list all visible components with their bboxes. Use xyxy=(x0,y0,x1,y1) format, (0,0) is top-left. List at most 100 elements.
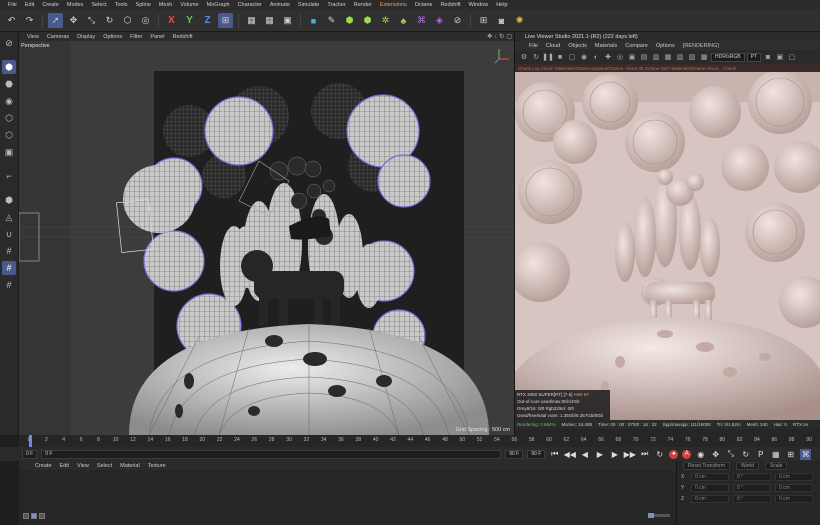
menu-file[interactable]: File xyxy=(4,2,21,8)
render-settings-icon[interactable]: ▣ xyxy=(280,13,295,28)
pan-icon[interactable]: ✥ xyxy=(487,33,492,40)
point-mode-icon[interactable]: ⬡ xyxy=(2,111,16,125)
prev-frame-icon[interactable]: ◀ xyxy=(579,449,590,460)
position-y-field[interactable]: 0 cm xyxy=(691,483,729,492)
menu-help[interactable]: Help xyxy=(492,2,511,8)
render-view-icon[interactable]: ▦ xyxy=(244,13,259,28)
scene-icon[interactable]: ◈ xyxy=(432,13,447,28)
start-frame-field[interactable]: 0 F xyxy=(22,449,38,459)
position-z-field[interactable]: 0 cm xyxy=(691,494,729,503)
lv-snapshot-icon[interactable]: ▣ xyxy=(775,52,785,62)
make-editable-icon[interactable]: ⊘ xyxy=(2,36,16,50)
grid-view-icon[interactable] xyxy=(31,513,37,519)
lv-info-icon[interactable]: ▧ xyxy=(675,52,685,62)
rotation-b-field[interactable]: 0 ° xyxy=(733,494,771,503)
lv-filter-icon[interactable]: ▩ xyxy=(699,52,709,62)
select-tool-icon[interactable]: ➚ xyxy=(48,13,63,28)
magnet-icon[interactable]: ∪ xyxy=(2,227,16,241)
dolly-icon[interactable]: ↓ xyxy=(494,34,497,40)
viewport-menu-options[interactable]: Options xyxy=(99,34,126,40)
lv-camera-icon[interactable]: ◙ xyxy=(763,52,773,62)
maximize-icon[interactable]: ▢ xyxy=(506,33,512,40)
go-to-end-icon[interactable]: ⏭ xyxy=(639,449,650,460)
polygon-mode-icon[interactable]: ▣ xyxy=(2,145,16,159)
menu-tools[interactable]: Tools xyxy=(111,2,132,8)
lv-lock-icon[interactable]: ◉ xyxy=(579,52,589,62)
texture-mode-icon[interactable]: ⬣ xyxy=(2,77,16,91)
menu-mesh[interactable]: Mesh xyxy=(155,2,176,8)
size-mode-select[interactable]: Scale xyxy=(764,462,788,470)
prev-key-icon[interactable]: ◀◀ xyxy=(564,449,576,460)
menu-modes[interactable]: Modes xyxy=(63,2,88,8)
lv-send-scene-icon[interactable]: ⚙ xyxy=(519,52,529,62)
slider-knob[interactable] xyxy=(648,513,654,518)
light-icon[interactable]: ✺ xyxy=(512,13,527,28)
layer-view-icon[interactable] xyxy=(39,513,45,519)
pen-spline-icon[interactable]: ✎ xyxy=(324,13,339,28)
scale-key-icon[interactable]: ⤡ xyxy=(725,449,736,460)
lv-pick-icon[interactable]: ✚ xyxy=(603,52,613,62)
lv-stop-icon[interactable]: ■ xyxy=(555,52,565,62)
position-x-field[interactable]: 0 cm xyxy=(691,472,729,481)
menu-animate[interactable]: Animate xyxy=(266,2,294,8)
lock-z-axis-button[interactable]: Z xyxy=(200,13,215,28)
render-picture-viewer-icon[interactable]: ▦ xyxy=(262,13,277,28)
channel-select[interactable]: PT xyxy=(746,52,761,62)
coordinate-system-icon[interactable]: ⊞ xyxy=(218,13,233,28)
menu-mograph[interactable]: MoGraph xyxy=(203,2,234,8)
lv-clay-icon[interactable]: ◐ xyxy=(591,52,601,62)
undo-icon[interactable]: ↶ xyxy=(4,13,19,28)
camera-icon[interactable]: ◙ xyxy=(494,13,509,28)
edge-mode-icon[interactable]: ⬡ xyxy=(2,128,16,142)
position-key-icon[interactable]: ✥ xyxy=(710,449,721,460)
scheme-icon[interactable]: ⊞ xyxy=(785,449,796,460)
floor-icon[interactable]: ⊘ xyxy=(450,13,465,28)
parameter-key-icon[interactable]: P xyxy=(755,449,766,460)
effector-icon[interactable]: ✲ xyxy=(378,13,393,28)
viewport-menu-display[interactable]: Display xyxy=(73,34,99,40)
lv-menu-file[interactable]: File xyxy=(525,43,542,49)
menu-extensions[interactable]: Extensions xyxy=(376,2,411,8)
lv-menu-cloud[interactable]: Cloud xyxy=(542,43,564,49)
menu-tracker[interactable]: Tracker xyxy=(323,2,349,8)
thumbnail-size-slider[interactable] xyxy=(648,513,670,518)
current-frame-field[interactable]: 0 F xyxy=(41,449,502,459)
snap-icon[interactable]: ◎ xyxy=(138,13,153,28)
lv-grid-icon[interactable]: ▦ xyxy=(663,52,673,62)
rotation-h-field[interactable]: 0 ° xyxy=(733,472,771,481)
recent-tools-icon[interactable]: ⬡ xyxy=(120,13,135,28)
lv-pause-icon[interactable]: ❚❚ xyxy=(542,52,554,62)
menu-window[interactable]: Window xyxy=(465,2,493,8)
mat-menu-edit[interactable]: Edit xyxy=(56,463,73,469)
menu-create[interactable]: Create xyxy=(38,2,63,8)
mat-menu-material[interactable]: Material xyxy=(116,463,144,469)
end-frame-field[interactable]: 90 F xyxy=(505,449,524,459)
orbit-icon[interactable]: ↻ xyxy=(499,33,504,40)
perspective-viewport[interactable]: View Cameras Display Options Filter Pane… xyxy=(19,32,514,435)
deformer-icon[interactable]: ⌘ xyxy=(414,13,429,28)
axis-mode-icon[interactable]: ⌐ xyxy=(2,169,16,183)
scale-tool-icon[interactable]: ⤡ xyxy=(84,13,99,28)
play-icon[interactable]: ▶ xyxy=(594,449,605,460)
grid-icon[interactable]: ⊞ xyxy=(476,13,491,28)
workplane-lock-icon[interactable]: # xyxy=(2,244,16,258)
preview-end-field[interactable]: 90 F xyxy=(527,449,546,459)
field-icon[interactable]: ♣ xyxy=(396,13,411,28)
autokey-icon[interactable]: A xyxy=(682,449,692,459)
record-icon[interactable]: ● xyxy=(669,449,679,459)
workplane-icon[interactable]: ◉ xyxy=(2,94,16,108)
lock-y-axis-button[interactable]: Y xyxy=(182,13,197,28)
loop-icon[interactable]: ↻ xyxy=(654,449,665,460)
menu-render[interactable]: Render xyxy=(350,2,376,8)
menu-character[interactable]: Character xyxy=(234,2,266,8)
lv-menu-objects[interactable]: Objects xyxy=(564,43,591,49)
menu-volume[interactable]: Volume xyxy=(176,2,202,8)
mat-menu-create[interactable]: Create xyxy=(31,463,56,469)
solo-icon[interactable]: ⬢ xyxy=(2,193,16,207)
cube-icon[interactable]: ■ xyxy=(306,13,321,28)
size-x-field[interactable]: 0 cm xyxy=(775,472,813,481)
lv-lut-icon[interactable]: ▥ xyxy=(651,52,661,62)
size-y-field[interactable]: 0 cm xyxy=(775,483,813,492)
redo-icon[interactable]: ↷ xyxy=(22,13,37,28)
next-frame-icon[interactable]: ▶ xyxy=(609,449,620,460)
